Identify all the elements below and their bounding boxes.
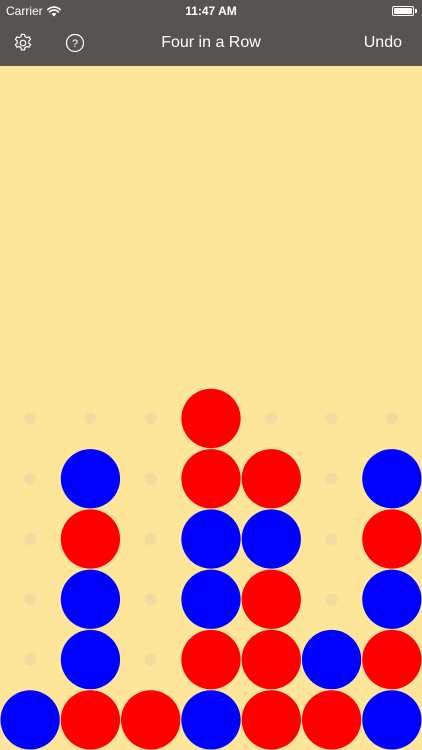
nav-bar: ? Four in a Row Undo — [0, 22, 422, 66]
red-piece — [241, 629, 301, 690]
status-time: 11:47 AM — [185, 4, 237, 18]
red-piece — [60, 690, 121, 750]
game-board[interactable] — [0, 66, 422, 750]
battery-level — [394, 8, 412, 14]
empty-slot — [84, 412, 97, 425]
red-piece — [60, 509, 121, 569]
blue-piece — [362, 690, 422, 750]
page-title: Four in a Row — [161, 34, 261, 51]
empty-slot — [144, 533, 157, 545]
empty-slot — [144, 653, 157, 666]
blue-piece — [181, 690, 241, 750]
blue-piece — [181, 509, 241, 569]
red-piece — [241, 690, 301, 750]
red-piece — [121, 690, 181, 750]
empty-slot — [144, 472, 157, 485]
empty-slot — [144, 593, 157, 606]
blue-piece — [0, 690, 60, 750]
empty-slot — [144, 412, 157, 425]
red-piece — [241, 449, 301, 509]
blue-piece — [362, 449, 422, 509]
empty-slot — [325, 472, 338, 485]
blue-piece — [362, 569, 422, 629]
blue-piece — [181, 569, 241, 629]
empty-slot — [385, 412, 398, 425]
empty-slot — [24, 593, 37, 606]
battery-icon — [392, 6, 417, 16]
empty-slot — [325, 593, 338, 606]
empty-slot — [24, 653, 37, 666]
red-piece — [301, 690, 362, 750]
blue-piece — [301, 629, 362, 690]
board-grid — [0, 388, 422, 750]
blue-piece — [241, 509, 301, 569]
blue-piece — [60, 569, 121, 629]
blue-piece — [60, 449, 121, 509]
empty-slot — [24, 533, 37, 545]
red-piece — [181, 388, 241, 449]
red-piece — [181, 449, 241, 509]
red-piece — [362, 509, 422, 569]
red-piece — [362, 629, 422, 690]
red-piece — [241, 569, 301, 629]
red-piece — [181, 629, 241, 690]
empty-slot — [265, 412, 278, 425]
blue-piece — [60, 629, 121, 690]
undo-button[interactable]: Undo — [364, 34, 402, 52]
empty-slot — [325, 533, 338, 545]
empty-slot — [24, 412, 37, 425]
empty-slot — [24, 472, 37, 485]
status-bar: Carrier 11:47 AM — [0, 0, 422, 22]
empty-slot — [325, 412, 338, 425]
